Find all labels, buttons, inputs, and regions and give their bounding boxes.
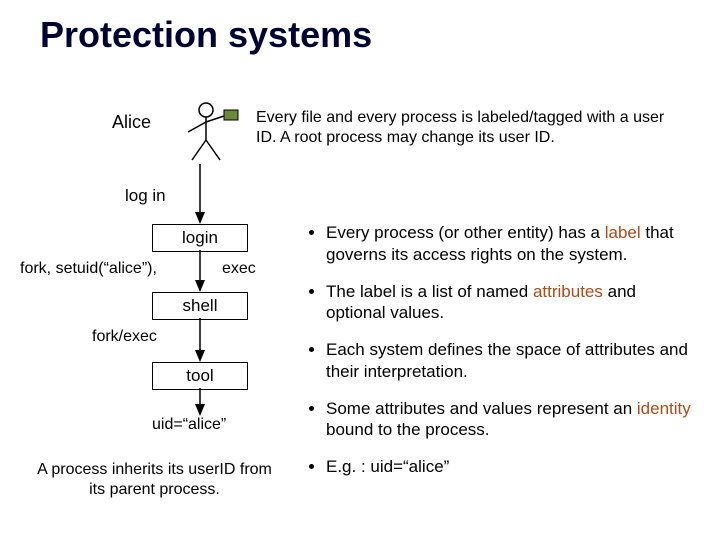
uid-label: uid=“alice” [152,416,226,434]
bullet-2: The label is a list of named attributes … [326,281,698,325]
fork-setuid-label: fork, setuid(“alice”), [20,260,157,278]
stick-figure-icon [178,98,248,168]
bullet-1-keyword: label [605,223,641,242]
bullet-4-keyword: identity [637,399,691,418]
bullet-2-text-a: The label is a list of named [326,282,533,301]
bullet-4-text-a: Some attributes and values represent an [326,399,637,418]
arrow-tool-to-uid-icon [190,388,210,416]
page-title: Protection systems [40,14,372,56]
shell-box: shell [152,292,248,320]
bullet-5: E.g. : uid=“alice” [326,456,698,478]
bullet-3: Each system defines the space of attribu… [326,339,698,383]
alice-label: Alice [112,112,151,133]
arrow-login-to-shell-icon [190,250,210,292]
slide: Protection systems Alice Every file and … [0,0,720,540]
login-box: login [152,224,248,252]
bullet-list: Every process (or other entity) has a la… [302,222,698,493]
bullet-2-keyword: attributes [533,282,603,301]
tool-box: tool [152,362,248,390]
intro-text: Every file and every process is labeled/… [256,108,676,148]
forkexec-label: fork/exec [92,328,157,346]
arrow-shell-to-tool-icon [190,318,210,362]
bullet-4: Some attributes and values represent an … [326,398,698,442]
inherit-note: A process inherits its userID from its p… [32,460,277,500]
bullet-1: Every process (or other entity) has a la… [326,222,698,266]
bullet-4-text-b: bound to the process. [326,420,490,439]
bullet-1-text-a: Every process (or other entity) has a [326,223,605,242]
arrow-alice-to-login-icon [190,164,210,224]
exec-label: exec [222,260,256,278]
login-arrow-label: log in [125,186,166,206]
